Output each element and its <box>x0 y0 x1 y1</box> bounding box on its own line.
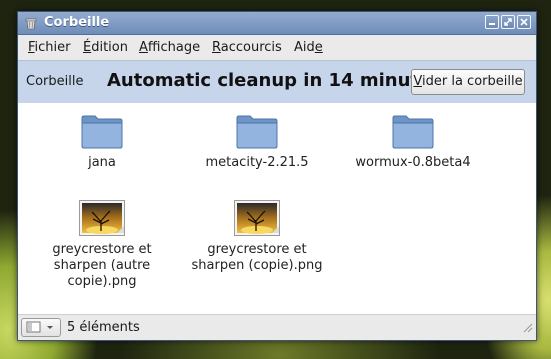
title-bar[interactable]: Corbeille <box>18 12 536 35</box>
minimize-button[interactable] <box>485 15 499 29</box>
item-count: 5 éléments <box>67 320 140 335</box>
menu-edition[interactable]: Édition <box>83 40 128 55</box>
file-item-wormux[interactable]: wormux-0.8beta4 <box>343 113 483 171</box>
window-title: Corbeille <box>44 15 110 30</box>
resize-grip-icon[interactable] <box>521 321 533 337</box>
file-name: wormux-0.8beta4 <box>355 155 471 170</box>
maximize-icon <box>504 18 512 26</box>
menu-bar: Fichier Édition Affichage Raccourcis Aid… <box>18 35 536 60</box>
menu-fichier[interactable]: Fichier <box>28 40 71 55</box>
status-bar: 5 éléments <box>18 314 536 340</box>
trash-info-bar: Corbeille Automatic cleanup in 14 minute… <box>18 60 536 104</box>
location-label: Corbeille <box>26 74 84 89</box>
file-name: greycrestore et sharpen (copie).png <box>191 242 323 273</box>
file-item-greycrestore-copie[interactable]: greycrestore et sharpen (copie).png <box>187 200 327 274</box>
folder-icon <box>81 113 123 149</box>
file-item-metacity[interactable]: metacity-2.21.5 <box>187 113 327 171</box>
side-pane-toggle[interactable] <box>21 318 61 337</box>
cleanup-message: Automatic cleanup in 14 minutes <box>107 70 442 91</box>
file-name: greycrestore et sharpen (autre copie).png <box>52 242 152 289</box>
maximize-button[interactable] <box>501 15 515 29</box>
file-view[interactable]: jana metacity-2.21.5 wormux-0.8beta4 gre… <box>18 103 536 316</box>
close-icon <box>520 18 528 26</box>
empty-trash-button[interactable]: Vider la corbeille <box>411 69 525 95</box>
file-name: jana <box>88 155 116 170</box>
folder-icon <box>392 113 434 149</box>
chevron-down-icon <box>47 326 53 329</box>
file-item-jana[interactable]: jana <box>32 113 172 171</box>
folder-icon <box>236 113 278 149</box>
image-icon <box>234 200 280 236</box>
file-item-greycrestore-autre[interactable]: greycrestore et sharpen (autre copie).png <box>32 200 172 290</box>
trash-icon <box>24 16 38 30</box>
menu-aide[interactable]: Aide <box>294 40 323 55</box>
file-manager-window: Corbeille Fichier Édition Affichage Racc… <box>17 11 537 341</box>
image-icon <box>79 200 125 236</box>
menu-raccourcis[interactable]: Raccourcis <box>212 40 282 55</box>
file-name: metacity-2.21.5 <box>205 155 309 170</box>
menu-affichage[interactable]: Affichage <box>139 40 200 55</box>
minimize-icon <box>489 23 495 25</box>
close-button[interactable] <box>517 15 531 29</box>
